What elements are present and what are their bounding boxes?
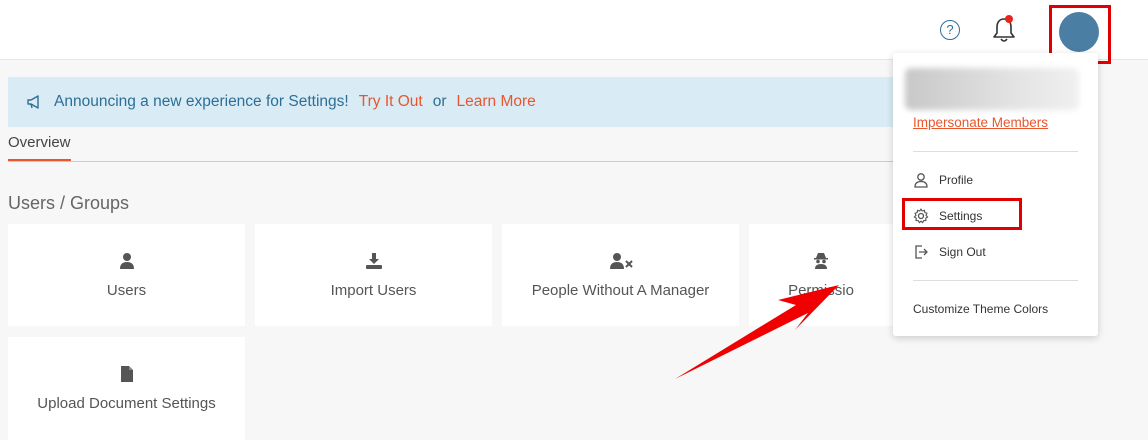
section-title: Users / Groups: [8, 193, 130, 213]
download-icon: [365, 252, 382, 269]
menu-item-profile[interactable]: Profile: [913, 172, 973, 188]
user-name-blurred: [905, 68, 1079, 110]
card-users[interactable]: Users: [8, 224, 245, 326]
card-label: Users: [106, 281, 147, 299]
announcement-banner: Announcing a new experience for Settings…: [8, 77, 1008, 127]
megaphone-icon: [27, 95, 39, 109]
card-upload-document-settings[interactable]: Upload Document Settings: [8, 337, 245, 440]
card-label: People Without A Manager: [531, 281, 710, 299]
card-label: Permissio: [788, 281, 854, 299]
avatar[interactable]: [1059, 12, 1099, 52]
card-label: Upload Document Settings: [37, 395, 216, 412]
tab-divider: [8, 161, 998, 162]
user-outline-icon: [914, 173, 928, 188]
learn-more-link[interactable]: Learn More: [457, 93, 536, 111]
menu-divider: [913, 151, 1078, 152]
help-icon[interactable]: ?: [940, 20, 960, 40]
file-icon: [120, 366, 133, 382]
user-x-icon: [609, 252, 633, 269]
menu-item-sign-out[interactable]: Sign Out: [913, 244, 986, 260]
menu-item-label: Sign Out: [939, 245, 986, 259]
card-permissions[interactable]: Permissio: [749, 224, 893, 326]
tab-overview[interactable]: Overview: [8, 134, 71, 162]
menu-divider: [913, 280, 1078, 281]
try-it-out-link[interactable]: Try It Out: [359, 93, 423, 111]
banner-or: or: [432, 93, 447, 110]
bell-icon[interactable]: [991, 16, 1017, 44]
settings-highlight: [902, 198, 1022, 230]
menu-item-label: Profile: [939, 173, 974, 187]
user-icon: [119, 252, 134, 269]
customize-theme-colors[interactable]: Customize Theme Colors: [913, 302, 1048, 316]
card-import-users[interactable]: Import Users: [255, 224, 492, 326]
banner-text: Announcing a new experience for Settings…: [54, 93, 349, 110]
impersonate-members-link[interactable]: Impersonate Members: [913, 115, 1048, 130]
spy-icon: [814, 252, 828, 269]
user-dropdown-menu: Impersonate Members Profile Settings Sig…: [893, 53, 1098, 336]
top-bar: [0, 0, 1148, 60]
card-people-without-manager[interactable]: People Without A Manager: [502, 224, 739, 326]
sign-out-icon: [915, 245, 928, 259]
notification-dot: [1005, 15, 1013, 23]
card-label: Import Users: [330, 281, 417, 299]
